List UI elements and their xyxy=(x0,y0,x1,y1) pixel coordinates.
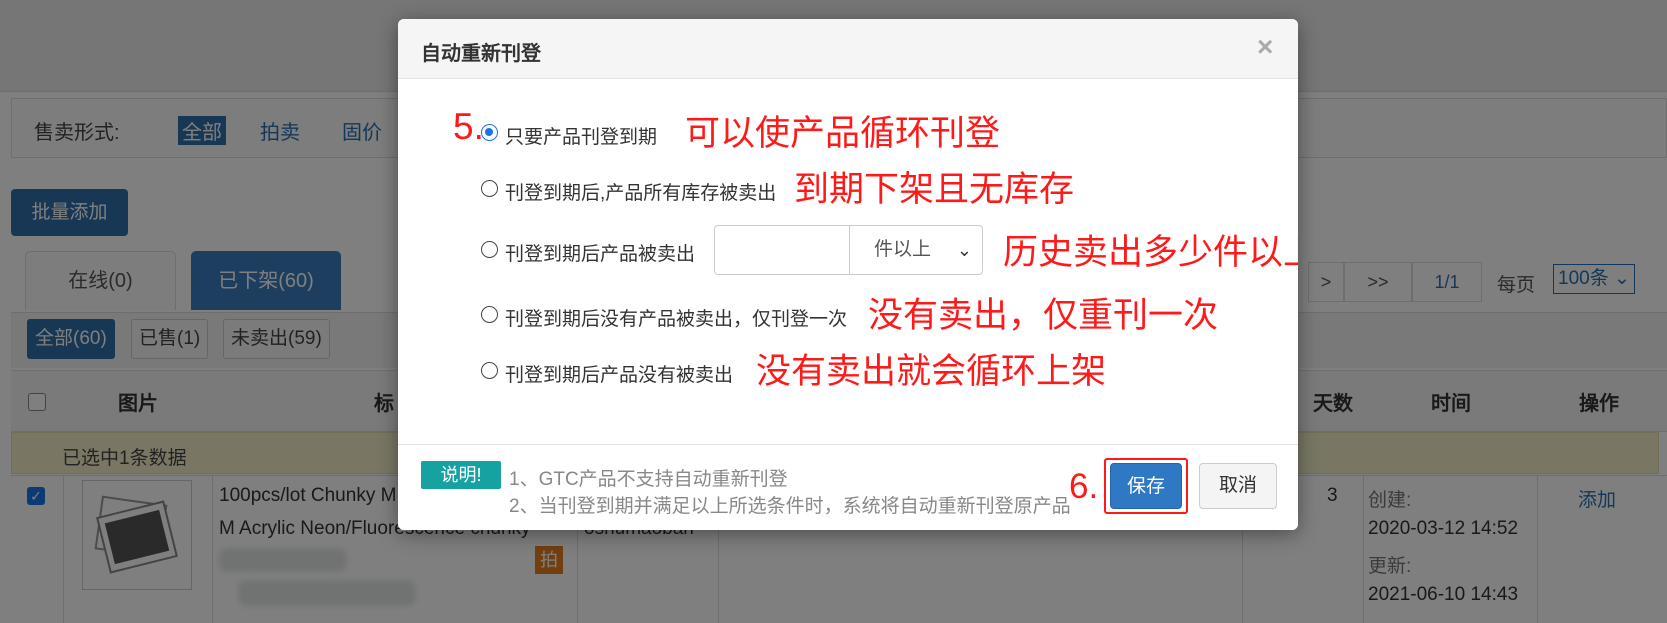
radio-option-3[interactable] xyxy=(481,241,498,258)
modal-title: 自动重新刊登 xyxy=(421,43,541,65)
annotation-5: 没有卖出就会循环上架 xyxy=(756,352,1107,391)
radio-option-2[interactable] xyxy=(481,180,498,197)
save-button[interactable]: 保存 xyxy=(1110,463,1182,509)
note-badge: 说明! xyxy=(421,461,501,489)
step-5-label: 5. xyxy=(453,106,484,147)
sold-quantity-select-value: 件以上 xyxy=(874,239,932,260)
note-line-2: 2、当刊登到期并满足以上所选条件时，系统将自动重新刊登原产品 xyxy=(509,496,1071,517)
annotation-3: 历史卖出多少件以上才会执行重刊 xyxy=(1003,233,1298,272)
option-2-label[interactable]: 刊登到期后,产品所有库存被卖出 xyxy=(505,178,776,205)
sold-quantity-input[interactable] xyxy=(714,225,849,275)
option-3-label[interactable]: 刊登到期后产品被卖出 xyxy=(505,239,695,266)
option-4-label[interactable]: 刊登到期后没有产品被卖出，仅刊登一次 xyxy=(505,304,847,331)
annotation-2: 到期下架且无库存 xyxy=(794,170,1075,209)
note-line-1: 1、GTC产品不支持自动重新刊登 xyxy=(509,469,788,490)
option-5-label[interactable]: 刊登到期后产品没有被卖出 xyxy=(505,360,733,387)
annotation-1: 可以使产品循环刊登 xyxy=(685,114,1001,153)
cancel-button[interactable]: 取消 xyxy=(1199,463,1277,509)
step-6-label: 6. xyxy=(1069,467,1099,506)
radio-option-5[interactable] xyxy=(481,362,498,379)
option-1-label[interactable]: 只要产品刊登到期 xyxy=(505,122,657,149)
close-icon[interactable]: × xyxy=(1257,31,1273,63)
radio-option-4[interactable] xyxy=(481,306,498,323)
annotation-4: 没有卖出，仅重刊一次 xyxy=(868,296,1219,335)
chevron-down-icon: ⌄ xyxy=(956,240,972,260)
auto-relist-modal: 自动重新刊登 × 5. 只要产品刊登到期 可以使产品循环刊登 刊登到期后,产品所… xyxy=(398,19,1298,530)
radio-option-1[interactable] xyxy=(481,124,498,141)
sold-quantity-select[interactable]: 件以上 ⌄ xyxy=(849,225,983,275)
